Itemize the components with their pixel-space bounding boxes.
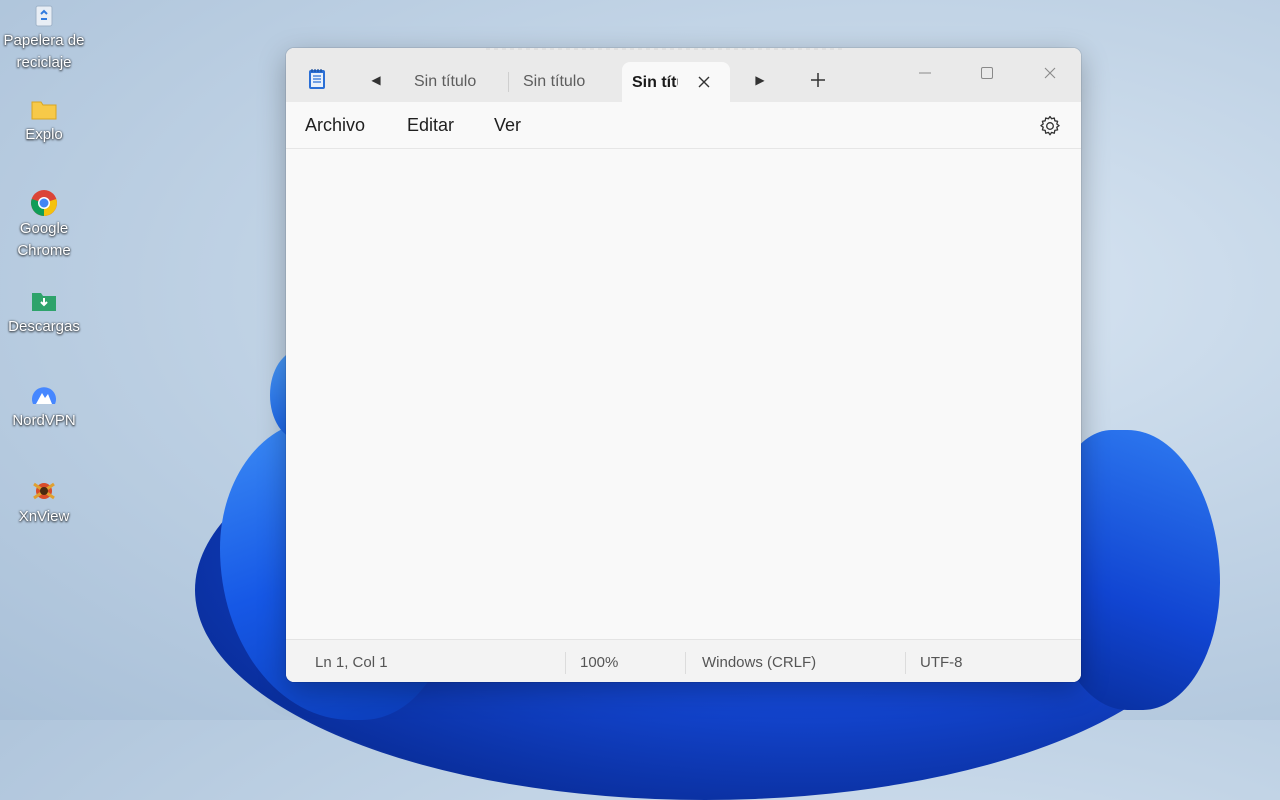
settings-button[interactable] xyxy=(1038,114,1062,138)
close-window-button[interactable] xyxy=(1027,58,1073,88)
notepad-app-icon xyxy=(308,68,326,90)
minimize-icon xyxy=(919,72,931,74)
desktop-icon-label: Google Chrome xyxy=(17,220,71,259)
status-bar: Ln 1, Col 1 100% Windows (CRLF) UTF-8 xyxy=(286,639,1081,682)
title-bar[interactable]: ◀ Sin título Sin título Sin título ▶ xyxy=(286,48,1081,102)
chrome-icon xyxy=(29,188,59,218)
close-icon xyxy=(698,76,710,88)
downloads-folder-icon xyxy=(29,286,59,316)
desktop-icon-label: XnView xyxy=(18,508,70,525)
desktop-icon-label: Papelera de reciclaje xyxy=(3,32,85,71)
text-editor-area[interactable] xyxy=(286,149,1081,639)
zoom-level[interactable]: 100% xyxy=(580,654,618,672)
title-bar-grip xyxy=(486,48,846,50)
maximize-button[interactable] xyxy=(964,58,1010,88)
menu-editar[interactable]: Editar xyxy=(407,114,454,136)
maximize-icon xyxy=(981,67,993,79)
menu-archivo[interactable]: Archivo xyxy=(305,114,365,136)
tab-2[interactable]: Sin título xyxy=(523,70,585,94)
encoding[interactable]: UTF-8 xyxy=(920,654,963,672)
minimize-button[interactable] xyxy=(902,58,948,88)
tab-separator xyxy=(508,72,509,92)
gear-icon xyxy=(1040,115,1060,136)
tab-label: Sin título xyxy=(632,74,678,91)
tab-label: Sin título xyxy=(523,73,586,90)
recycle-bin-icon xyxy=(29,0,59,30)
status-separator xyxy=(565,652,566,674)
tab-3-active[interactable]: Sin título xyxy=(622,62,730,102)
desktop-icon-nordvpn[interactable]: NordVPN xyxy=(0,380,88,432)
close-icon xyxy=(1044,67,1056,79)
scroll-tabs-left-button[interactable]: ◀ xyxy=(366,70,386,90)
status-separator xyxy=(905,652,906,674)
desktop-icon-chrome[interactable]: Google Chrome xyxy=(0,188,88,262)
desktop-icon-downloads[interactable]: Descargas xyxy=(0,286,88,338)
notepad-window: ◀ Sin título Sin título Sin título ▶ xyxy=(286,48,1081,682)
plus-icon xyxy=(811,73,825,87)
tab-label: Sin título xyxy=(414,73,477,90)
new-tab-button[interactable] xyxy=(806,68,830,92)
desktop-icon-xnview[interactable]: XnView xyxy=(0,476,88,528)
caret-left-icon: ◀ xyxy=(371,73,381,87)
menu-bar: Archivo Editar Ver xyxy=(286,102,1081,149)
scroll-tabs-right-button[interactable]: ▶ xyxy=(750,70,770,90)
xnview-icon xyxy=(29,476,59,506)
caret-right-icon: ▶ xyxy=(755,73,765,87)
desktop-icon-label: Explo xyxy=(25,126,63,143)
tab-1[interactable]: Sin título xyxy=(414,70,476,94)
desktop-icon-label: NordVPN xyxy=(12,412,76,429)
desktop-icon-explorer[interactable]: Explo xyxy=(0,94,88,146)
nordvpn-icon xyxy=(29,380,59,410)
desktop-icon-label: Descargas xyxy=(8,318,80,335)
tab-close-button[interactable] xyxy=(692,70,716,94)
menu-ver[interactable]: Ver xyxy=(494,114,521,136)
folder-icon xyxy=(29,94,59,124)
status-separator xyxy=(685,652,686,674)
cursor-position: Ln 1, Col 1 xyxy=(315,654,388,671)
desktop-icon-recycle-bin[interactable]: Papelera de reciclaje xyxy=(0,0,88,74)
line-ending[interactable]: Windows (CRLF) xyxy=(702,654,816,672)
